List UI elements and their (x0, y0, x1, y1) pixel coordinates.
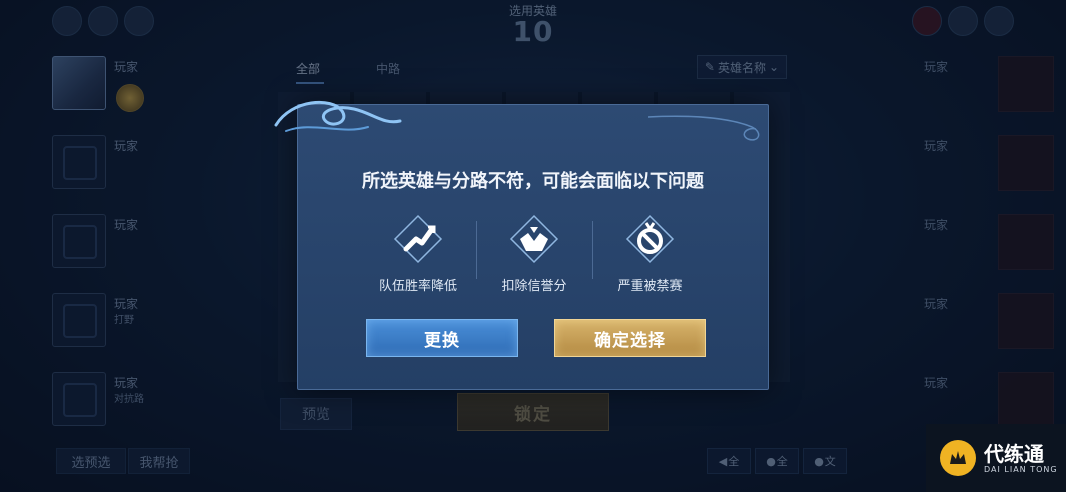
crown-icon (950, 451, 966, 464)
warning-label: 队伍胜率降低 (378, 279, 457, 294)
brand-subtitle: DAI LIAN TONG (984, 464, 1058, 474)
warning-item: 队伍胜率降低 (360, 213, 476, 294)
watermark: 代练通 DAI LIAN TONG (926, 424, 1066, 492)
team-winrate-down-icon (393, 214, 443, 264)
change-button[interactable]: 更换 (366, 319, 518, 357)
warning-item: 严重被禁赛 (592, 213, 708, 294)
hero-select-screen: 选用英雄 10 玩家 玩家 玩家 玩家 打野 玩家 对抗路 玩家 玩家 玩家 玩… (0, 0, 1066, 492)
confirm-selection-button[interactable]: 确定选择 (554, 319, 706, 357)
credit-deduct-icon (509, 214, 559, 264)
warning-label: 扣除信誉分 (501, 279, 567, 294)
brand-name: 代练通 (984, 441, 1044, 466)
cloud-swirl-decoration (274, 100, 402, 132)
warning-label: 严重被禁赛 (617, 279, 683, 294)
lane-mismatch-dialog: 所选英雄与分路不符，可能会面临以下问题 队伍胜率降低 扣除信誉分 严重被禁赛 更… (274, 100, 769, 390)
brand-logo-icon (940, 440, 976, 476)
cloud-swirl-decoration (648, 115, 760, 141)
warning-item: 扣除信誉分 (476, 213, 592, 294)
ban-icon (625, 214, 675, 264)
dialog-title: 所选英雄与分路不符，可能会面临以下问题 (362, 171, 704, 192)
